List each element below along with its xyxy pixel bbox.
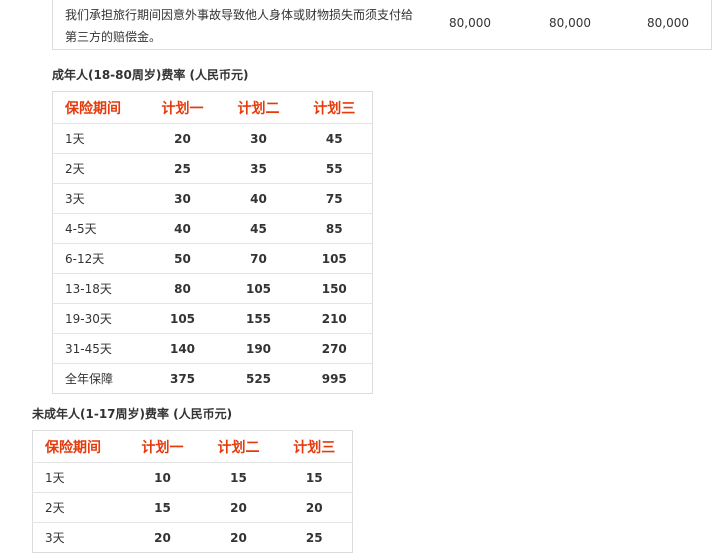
- premium-cell-plan2: 20: [230, 530, 247, 545]
- table-row: 全年保障 375 525 995: [53, 364, 373, 394]
- premium-cell-plan1: 105: [144, 303, 221, 334]
- period-cell: 31-45天: [52, 333, 145, 364]
- liability-description: 我们承担旅行期间因意外事故导致他人身体或财物损失而须支付给 第三方的赔偿金。: [65, 4, 425, 48]
- premium-cell-plan1: 140: [144, 333, 221, 364]
- period-cell: 4-5天: [52, 213, 145, 244]
- premium-cell-plan3: 105: [296, 243, 373, 274]
- table-row: 31-45天 140 190 270: [52, 333, 373, 364]
- premium-cell-plan3: 85: [296, 213, 373, 244]
- header-period: 保险期间: [32, 430, 125, 463]
- premium-cell-plan2: 70: [220, 243, 297, 274]
- premium-cell-plan3: 995: [321, 371, 347, 386]
- liability-description-line2: 第三方的赔偿金。: [65, 30, 162, 44]
- premium-cell-plan1: 15: [124, 492, 201, 523]
- period-cell: 6-12天: [52, 243, 145, 274]
- premium-cell-plan3: 20: [276, 492, 353, 523]
- period-cell: 13-18天: [52, 273, 145, 304]
- minor-rate-title: 未成年人(1-17周岁)费率 (人民币元): [32, 407, 233, 421]
- premium-cell-plan3: 270: [296, 333, 373, 364]
- premium-cell-plan1: 20: [154, 530, 171, 545]
- table-row: 19-30天 105 155 210: [52, 303, 373, 334]
- adult-rate-title: 成年人(18-80周岁)费率 (人民币元): [52, 68, 249, 82]
- adult-table-header: 保险期间 计划一 计划二 计划三: [52, 91, 373, 124]
- premium-cell-plan2: 40: [220, 183, 297, 214]
- premium-cell-plan3: 210: [296, 303, 373, 334]
- premium-cell-plan1: 10: [124, 462, 201, 493]
- premium-cell-plan2: 15: [200, 462, 277, 493]
- period-cell: 全年保障: [65, 372, 114, 386]
- header-plan3: 计划三: [296, 91, 373, 124]
- premium-cell-plan1: 375: [169, 371, 196, 386]
- premium-cell-plan2: 35: [220, 153, 297, 184]
- premium-cell-plan2: 525: [245, 371, 272, 386]
- premium-cell-plan3: 45: [296, 123, 373, 154]
- liability-description-line1: 我们承担旅行期间因意外事故导致他人身体或财物损失而须支付给: [65, 8, 414, 22]
- period-cell: 2天: [32, 492, 125, 523]
- table-row: 3天 30 40 75: [52, 183, 373, 214]
- adult-rate-table: 保险期间 计划一 计划二 计划三 1天 20 30 45 2天 25 35 55 3天 30 40 75 4-…: [52, 91, 373, 394]
- liability-amount-plan1: 80,000: [449, 16, 491, 30]
- header-plan2: 计划二: [200, 430, 277, 463]
- premium-cell-plan2: 45: [220, 213, 297, 244]
- table-row: 13-18天 80 105 150: [52, 273, 373, 304]
- table-row: 1天 10 15 15: [32, 462, 353, 493]
- premium-cell-plan2: 155: [220, 303, 297, 334]
- table-row: 2天 25 35 55: [52, 153, 373, 184]
- premium-cell-plan1: 40: [144, 213, 221, 244]
- premium-cell-plan3: 55: [296, 153, 373, 184]
- premium-cell-plan3: 150: [296, 273, 373, 304]
- minor-table-header: 保险期间 计划一 计划二 计划三: [32, 430, 353, 463]
- header-plan1: 计划一: [124, 430, 201, 463]
- table-row: 6-12天 50 70 105: [52, 243, 373, 274]
- liability-row: 我们承担旅行期间因意外事故导致他人身体或财物损失而须支付给 第三方的赔偿金。 8…: [52, 0, 712, 50]
- premium-cell-plan3: 25: [305, 530, 323, 545]
- table-row: 2天 15 20 20: [32, 492, 353, 523]
- period-cell: 3天: [52, 183, 145, 214]
- period-cell: 3天: [45, 531, 65, 545]
- liability-amount-plan3: 80,000: [647, 16, 689, 30]
- period-cell: 1天: [32, 462, 125, 493]
- premium-cell-plan2: 20: [200, 492, 277, 523]
- period-cell: 19-30天: [52, 303, 145, 334]
- premium-cell-plan2: 30: [220, 123, 297, 154]
- premium-cell-plan1: 50: [144, 243, 221, 274]
- table-row: 4-5天 40 45 85: [52, 213, 373, 244]
- premium-cell-plan1: 20: [144, 123, 221, 154]
- premium-cell-plan2: 190: [220, 333, 297, 364]
- period-cell: 1天: [52, 123, 145, 154]
- table-row: 3天 20 20 25: [33, 523, 353, 553]
- table-row: 1天 20 30 45: [52, 123, 373, 154]
- premium-cell-plan1: 25: [144, 153, 221, 184]
- liability-amount-plan2: 80,000: [549, 16, 591, 30]
- header-plan1: 计划一: [144, 91, 221, 124]
- premium-cell-plan3: 75: [296, 183, 373, 214]
- header-plan2: 计划二: [220, 91, 297, 124]
- period-cell: 2天: [52, 153, 145, 184]
- premium-cell-plan3: 15: [276, 462, 353, 493]
- premium-cell-plan1: 30: [144, 183, 221, 214]
- minor-rate-table: 保险期间 计划一 计划二 计划三 1天 10 15 15 2天 15 20 20 3天 20 20 25: [32, 430, 353, 553]
- header-plan3: 计划三: [276, 430, 353, 463]
- premium-cell-plan1: 80: [144, 273, 221, 304]
- premium-cell-plan2: 105: [220, 273, 297, 304]
- header-period: 保险期间: [52, 91, 145, 124]
